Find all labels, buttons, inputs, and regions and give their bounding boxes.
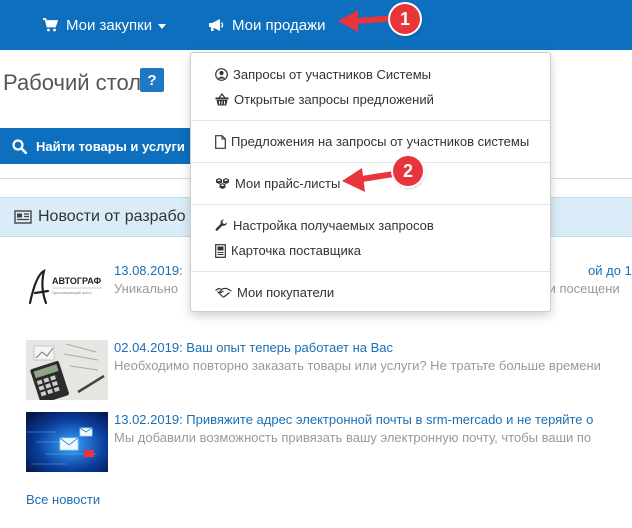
- menu-item-label: Мои покупатели: [237, 285, 335, 300]
- menu-item-offers-on-requests[interactable]: Предложения на запросы от участников сис…: [215, 134, 529, 149]
- news-title-link-tail[interactable]: ой до 10%!: [588, 263, 632, 278]
- user-circle-icon: [215, 68, 228, 81]
- news-title-link[interactable]: 13.02.2019: Привяжите адрес электронной …: [114, 412, 593, 427]
- menu-divider: [191, 120, 550, 121]
- nav-my-purchases-label: Мои закупки: [66, 16, 153, 34]
- megaphone-icon: [209, 19, 224, 31]
- help-button[interactable]: ?: [140, 68, 164, 92]
- menu-item-label: Запросы от участников Системы: [233, 67, 431, 82]
- menu-item-label: Открытые запросы предложений: [234, 92, 434, 107]
- step-badge-2: 2: [393, 156, 423, 186]
- menu-item-requests-from-participants[interactable]: Запросы от участников Системы: [215, 67, 431, 82]
- wrench-icon: [215, 219, 227, 231]
- news-item[interactable]: 02.04.2019: Ваш опыт теперь работает на …: [26, 340, 632, 404]
- nav-my-sales-label: Мои продажи: [232, 16, 326, 34]
- document-icon: [215, 134, 226, 149]
- all-news-link[interactable]: Все новости: [26, 492, 100, 507]
- nav-my-sales[interactable]: Мои продажи: [208, 0, 326, 50]
- find-goods-label: Найти товары и услуги: [36, 138, 185, 154]
- menu-item-label: Мои прайс-листы: [235, 176, 341, 191]
- news-panel-title: Новости от разрабо: [38, 208, 186, 225]
- top-navbar: Мои закупки Мои продажи: [0, 0, 632, 50]
- news-excerpt-tail: ли посещени: [541, 281, 620, 296]
- cart-icon: [43, 18, 58, 32]
- autograph-logo-subtext: Удостоверяющий центр: [52, 291, 92, 295]
- news-thumbnail-email: [26, 412, 108, 472]
- news-excerpt: Мы добавили возможность привязать вашу э…: [114, 430, 592, 445]
- menu-item-supplier-card[interactable]: Карточка поставщика: [215, 243, 361, 258]
- handshake-icon: [215, 287, 232, 298]
- menu-item-label: Настройка получаемых запросов: [233, 218, 434, 233]
- menu-item-my-price-lists[interactable]: Мои прайс-листы: [215, 176, 340, 191]
- news-title-link[interactable]: 02.04.2019: Ваш опыт теперь работает на …: [114, 340, 393, 355]
- news-thumbnail-autograph: АВТОГРАФ Удостоверяющий центр: [26, 263, 108, 323]
- step-badge-1: 1: [390, 4, 420, 34]
- menu-divider: [191, 204, 550, 205]
- newspaper-icon: [14, 210, 32, 224]
- nav-my-purchases[interactable]: Мои закупки: [43, 0, 167, 50]
- autograph-logo-text: АВТОГРАФ: [52, 276, 102, 286]
- menu-item-open-requests[interactable]: Открытые запросы предложений: [215, 92, 434, 107]
- search-icon: [12, 138, 27, 154]
- news-excerpt: Необходимо повторно заказать товары или …: [114, 358, 601, 373]
- chevron-down-icon: [158, 23, 167, 29]
- page-title: Рабочий стол: [3, 70, 142, 95]
- basket-icon: [215, 93, 229, 106]
- menu-item-request-settings[interactable]: Настройка получаемых запросов: [215, 218, 434, 233]
- cubes-icon: [216, 178, 229, 189]
- find-goods-button[interactable]: Найти товары и услуги: [0, 128, 190, 164]
- menu-item-label: Карточка поставщика: [231, 243, 361, 258]
- news-excerpt: Уникально: [114, 281, 179, 296]
- news-thumbnail-calculator: [26, 340, 108, 400]
- menu-item-my-buyers[interactable]: Мои покупатели: [215, 285, 334, 300]
- news-title-link[interactable]: 13.08.2019:: [114, 263, 183, 278]
- news-item[interactable]: 13.02.2019: Привяжите адрес электронной …: [26, 412, 632, 476]
- card-icon: [215, 243, 226, 258]
- menu-divider: [191, 271, 550, 272]
- menu-item-label: Предложения на запросы от участников сис…: [231, 134, 530, 149]
